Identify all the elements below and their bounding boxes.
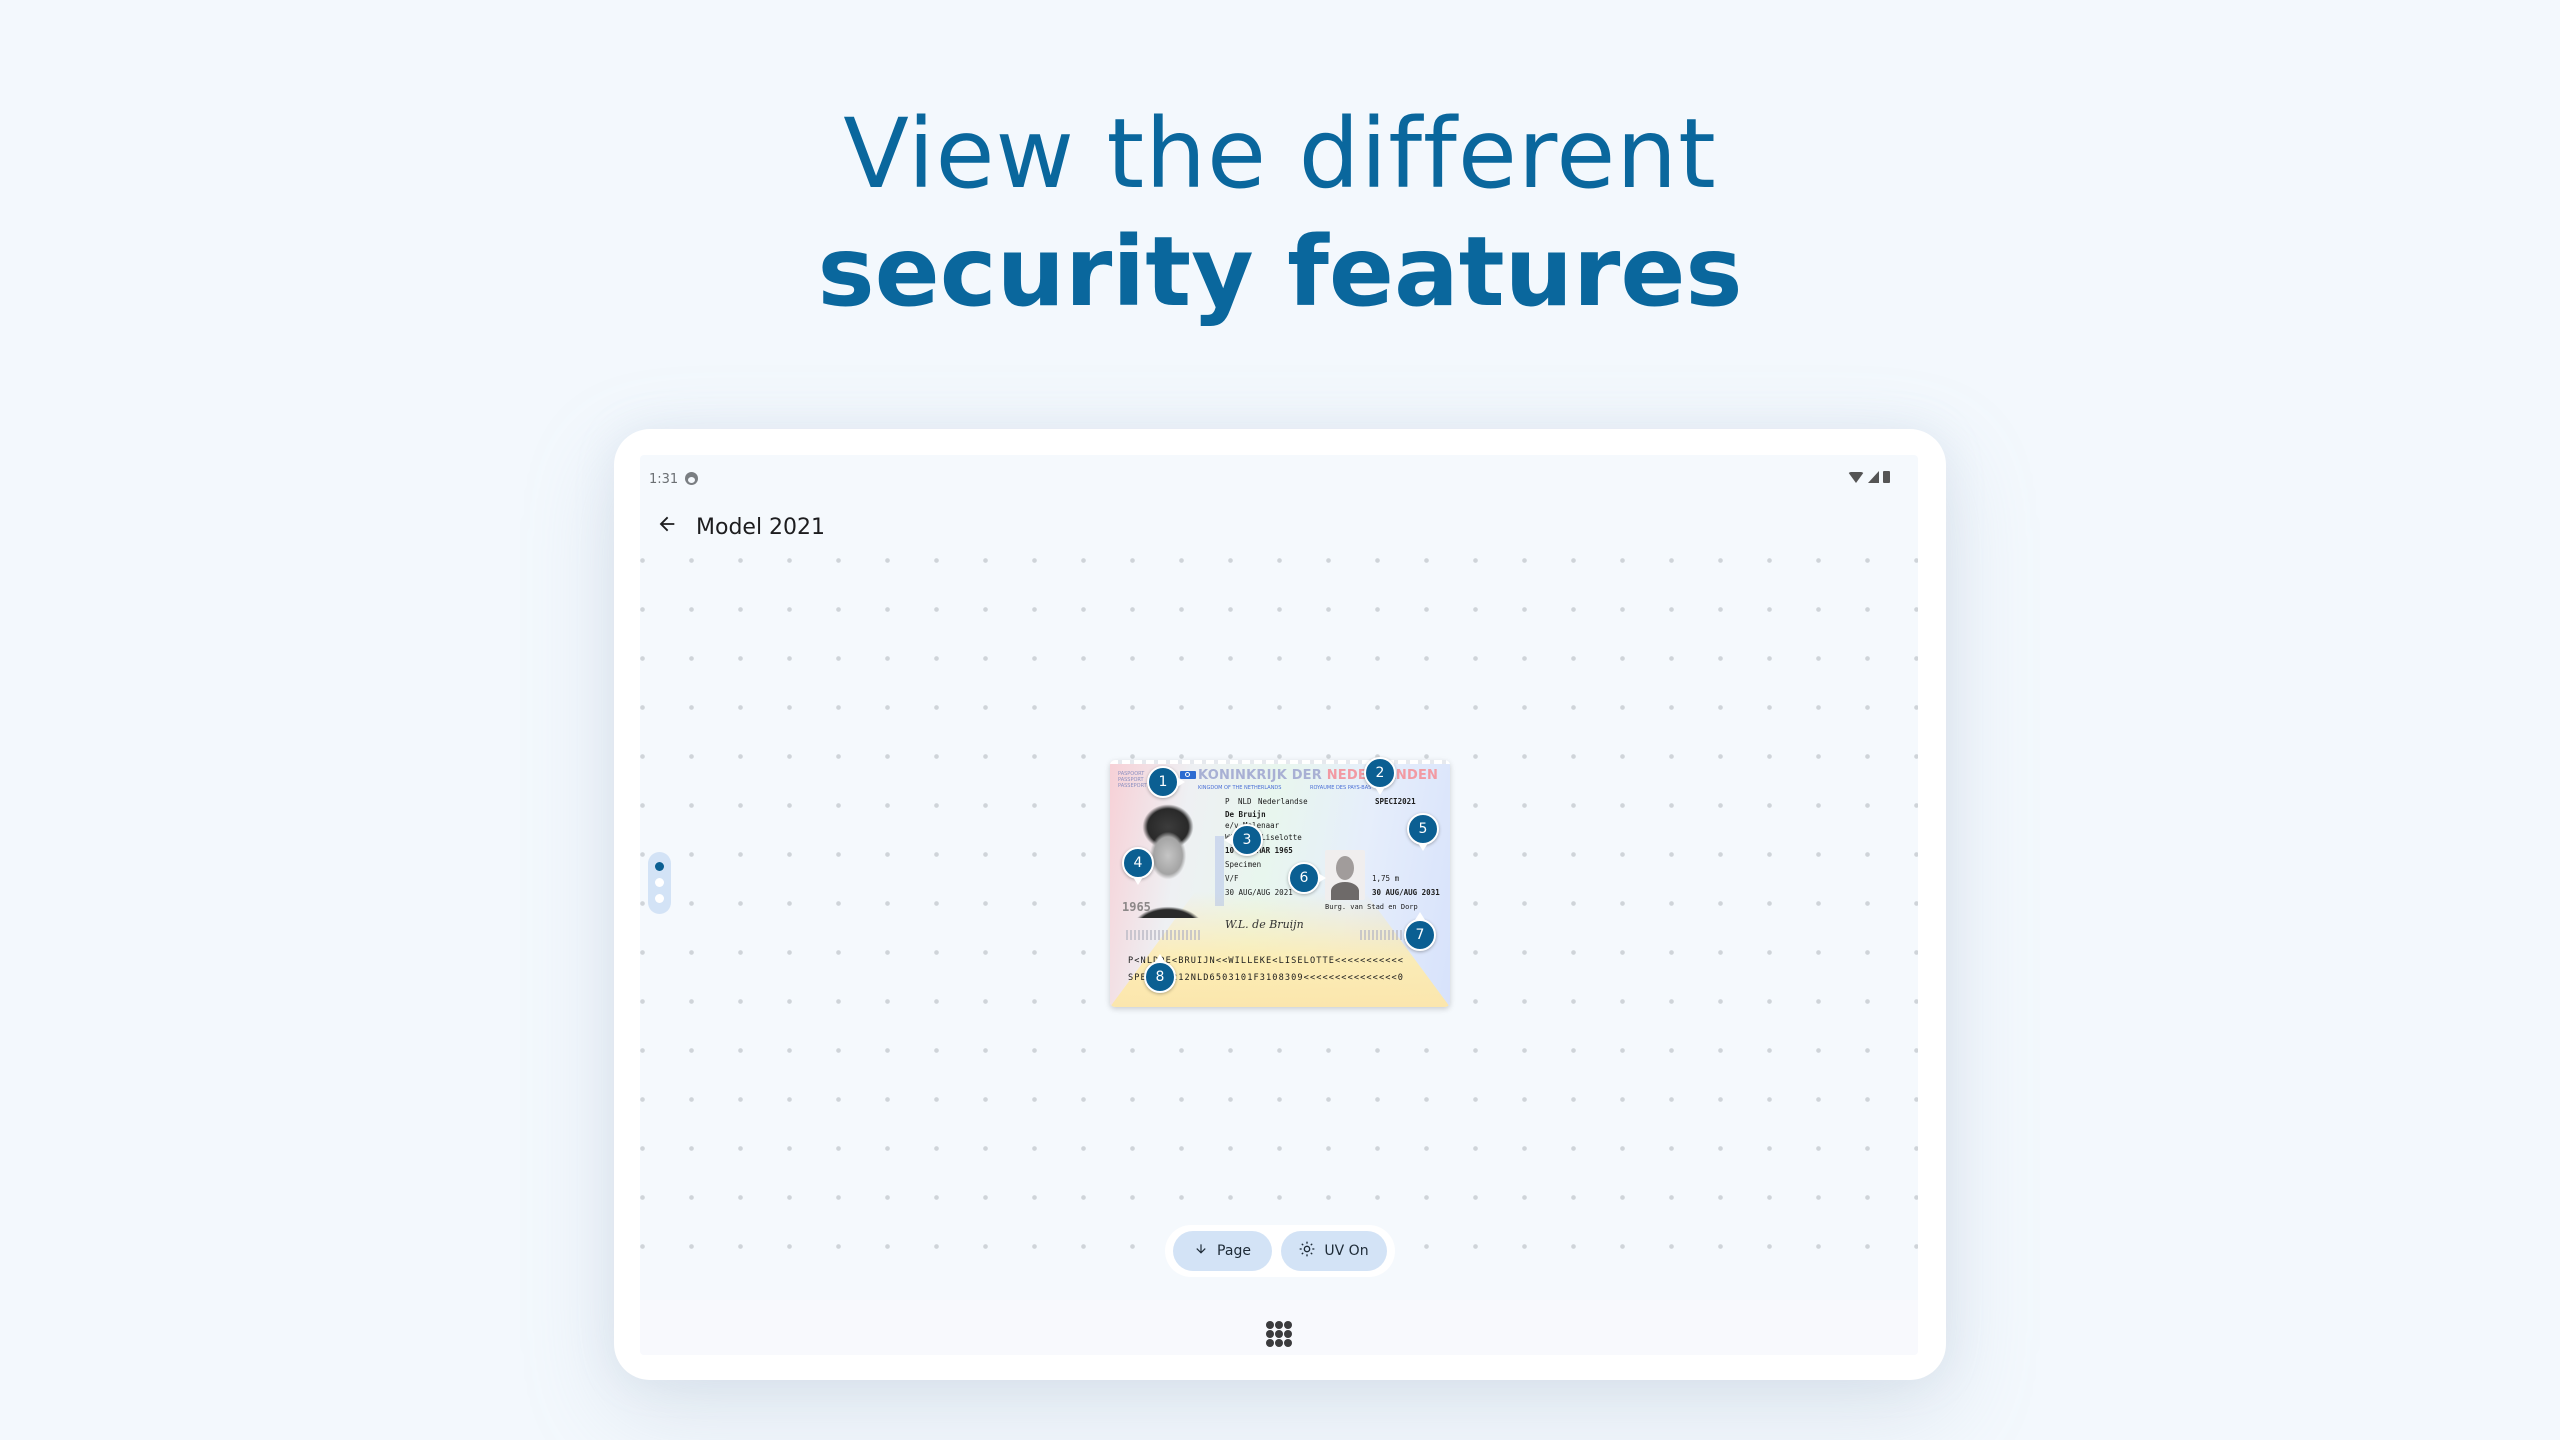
guilloche-right	[1360, 930, 1410, 940]
headline-line-1: View the different	[843, 98, 1717, 210]
header-sub-right: ROYAUME DES PAYS-BAS	[1310, 785, 1372, 791]
feature-marker-8[interactable]: 8	[1144, 954, 1176, 993]
app-bar: Model 2021	[640, 495, 1918, 555]
headline-line-2: security features	[817, 216, 1743, 328]
navigation-bar	[640, 1300, 1918, 1355]
tablet-device-frame: 1:31 Model 2021 PASPOORT PASSPORT PASSEP…	[614, 429, 1946, 1380]
feature-marker-7[interactable]: 7	[1404, 912, 1436, 951]
wifi-icon	[1848, 471, 1864, 483]
face-icon	[685, 472, 698, 485]
page-dot-3[interactable]	[655, 894, 664, 903]
date-of-expiry: 30 AUG/AUG 2031	[1372, 888, 1440, 897]
page-button[interactable]: Page	[1173, 1231, 1272, 1271]
header-sub-left: KINGDOM OF THE NETHERLANDS	[1198, 785, 1282, 791]
surname: De Bruijn	[1225, 810, 1266, 819]
sun-icon	[1299, 1241, 1315, 1261]
device-screen: 1:31 Model 2021 PASPOORT PASSPORT PASSEP…	[640, 455, 1918, 1355]
feature-marker-5[interactable]: 5	[1407, 813, 1439, 851]
page-indicator[interactable]	[648, 852, 671, 914]
feature-marker-4[interactable]: 4	[1122, 847, 1154, 885]
ghost-year: 1965	[1122, 900, 1151, 914]
guilloche-left	[1126, 930, 1202, 940]
date-of-issue: 30 AUG/AUG 2021	[1225, 888, 1293, 897]
feature-marker-6[interactable]: 6	[1288, 862, 1326, 894]
secondary-photo	[1325, 850, 1365, 900]
place-of-birth: Specimen	[1225, 860, 1262, 869]
signature: W.L. de Bruijn	[1225, 918, 1304, 931]
nationality: Nederlandse	[1258, 797, 1308, 806]
feature-marker-1[interactable]: 1	[1147, 766, 1185, 798]
doc-code: NLD	[1238, 797, 1252, 806]
issuing-authority: Burg. van Stad en Dorp	[1325, 903, 1418, 911]
back-button[interactable]	[654, 513, 680, 539]
page-button-label: Page	[1217, 1243, 1251, 1259]
document-header: KONINKRIJK DER NEDERLANDEN	[1198, 768, 1438, 783]
uv-button-label: UV On	[1324, 1243, 1369, 1259]
doc-type: P	[1225, 797, 1230, 806]
headline: View the different security features	[0, 95, 2560, 331]
page-dot-1[interactable]	[655, 862, 664, 871]
signal-icon	[1868, 471, 1879, 483]
arrow-left-icon	[659, 516, 675, 532]
status-bar: 1:31	[640, 455, 1918, 495]
card-perforation	[1110, 760, 1450, 764]
uv-toggle-button[interactable]: UV On	[1281, 1231, 1387, 1271]
height-value: 1,75 m	[1372, 874, 1400, 883]
status-time: 1:31	[649, 472, 679, 487]
system-icons	[1848, 471, 1890, 483]
feature-marker-3[interactable]: 3	[1224, 824, 1263, 856]
page-dot-2[interactable]	[655, 878, 664, 887]
passport-labels: PASPOORT PASSPORT PASSEPORT	[1118, 771, 1147, 789]
controls-bar: Page UV On	[1165, 1225, 1395, 1277]
document-number: SPECI2021	[1375, 797, 1416, 806]
sex: V/F	[1225, 874, 1239, 883]
laser-strip	[1215, 836, 1224, 906]
battery-icon	[1883, 471, 1890, 483]
feature-marker-2[interactable]: 2	[1364, 757, 1396, 795]
arrow-down-icon	[1194, 1242, 1208, 1260]
page-title: Model 2021	[696, 515, 826, 540]
app-grid-icon[interactable]	[1266, 1321, 1292, 1347]
